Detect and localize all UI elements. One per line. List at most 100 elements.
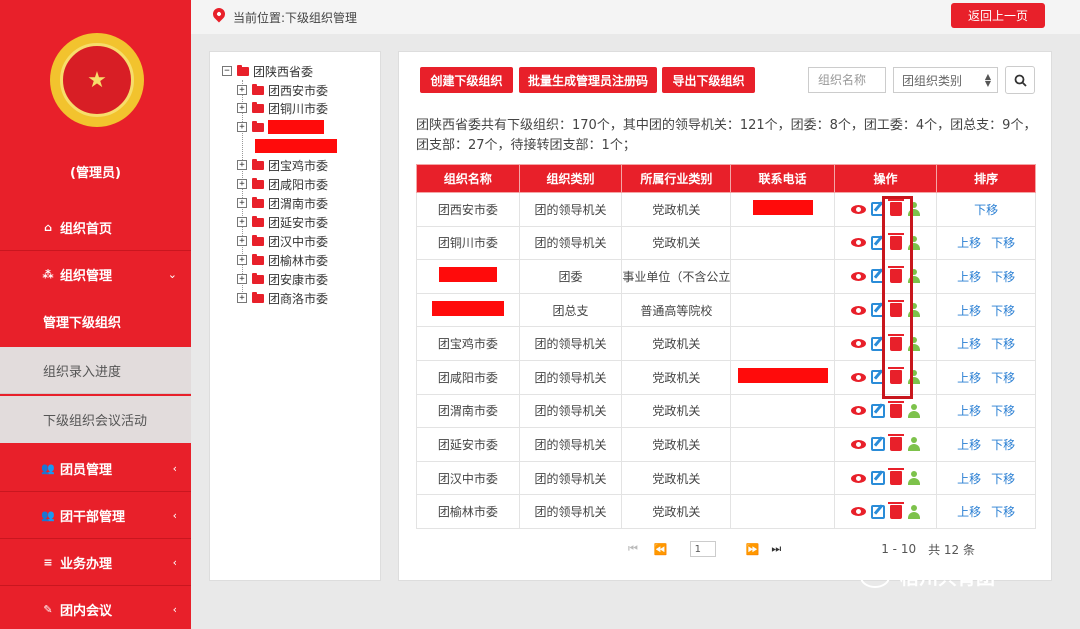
view-eye-icon[interactable] <box>850 305 866 315</box>
view-eye-icon[interactable] <box>850 473 866 483</box>
move-down-link[interactable]: 下移 <box>991 304 1015 318</box>
folder-icon <box>252 177 264 189</box>
view-eye-icon[interactable] <box>850 406 866 416</box>
delete-trash-icon[interactable] <box>887 400 904 418</box>
admin-user-icon[interactable] <box>907 471 921 486</box>
tree-node-root[interactable]: − 团陕西省委 <box>222 62 313 80</box>
delete-trash-icon[interactable] <box>887 501 904 519</box>
expand-icon[interactable]: + <box>237 217 247 227</box>
expand-icon[interactable]: + <box>237 293 247 303</box>
prev-page-icon[interactable]: ⏪ <box>654 543 668 556</box>
tree-node[interactable]: + 团商洛市委 <box>237 289 328 307</box>
tree-node[interactable]: + 团咸阳市委 <box>237 175 328 193</box>
edit-icon[interactable] <box>870 471 885 486</box>
view-eye-icon[interactable] <box>850 204 866 214</box>
nav-item-org-manage[interactable]: ⁂ 组织管理 ⌄ <box>0 251 191 298</box>
page-number-input[interactable]: 1 <box>689 541 716 557</box>
admin-user-icon[interactable] <box>907 437 921 452</box>
tree-node[interactable]: + 团汉中市委 <box>237 232 328 250</box>
move-up-link[interactable]: 上移 <box>957 438 981 452</box>
tree-node[interactable]: + <box>237 118 324 136</box>
tree-node[interactable]: + 团铜川市委 <box>237 99 328 117</box>
move-down-link[interactable]: 下移 <box>974 203 998 217</box>
expand-icon[interactable]: + <box>237 103 247 113</box>
cell-industry: 党政机关 <box>621 326 732 361</box>
expand-icon[interactable]: + <box>237 236 247 246</box>
org-name-search-input[interactable] <box>808 67 886 93</box>
admin-user-icon[interactable] <box>907 504 921 519</box>
total-count: 共 12 条 <box>928 542 975 557</box>
sub-item-manage-lower[interactable]: 管理下级组织 <box>0 298 191 345</box>
admin-user-icon[interactable] <box>907 403 921 418</box>
move-up-link[interactable]: 上移 <box>957 270 981 284</box>
edit-icon[interactable] <box>870 504 885 519</box>
org-tree-panel: − 团陕西省委 + 团西安市委 + 团铜川市委 + + 团宝鸡市委 + 团咸阳市… <box>209 51 381 581</box>
expand-icon[interactable]: + <box>237 255 247 265</box>
expand-icon[interactable]: + <box>237 274 247 284</box>
back-button[interactable]: 返回上一页 <box>951 3 1045 28</box>
create-org-button[interactable]: 创建下级组织 <box>420 67 513 93</box>
move-up-link[interactable]: 上移 <box>957 304 981 318</box>
view-eye-icon[interactable] <box>850 339 866 349</box>
tree-node[interactable]: + 团安康市委 <box>237 270 328 288</box>
move-down-link[interactable]: 下移 <box>991 404 1015 418</box>
move-up-link[interactable]: 上移 <box>957 472 981 486</box>
org-type-select[interactable]: 团组织类别 ▲ ▼ <box>893 67 998 93</box>
cell-industry: 普通高等院校 <box>621 292 732 328</box>
last-page-icon[interactable]: ⏭ <box>771 542 781 556</box>
nav-item-label: 业务办理 <box>60 556 113 572</box>
move-down-link[interactable]: 下移 <box>991 438 1015 452</box>
move-up-link[interactable]: 上移 <box>957 236 981 250</box>
move-down-link[interactable]: 下移 <box>991 270 1015 284</box>
sub-item-meeting-activity[interactable]: 下级组织会议活动 <box>0 396 191 443</box>
move-down-link[interactable]: 下移 <box>991 505 1015 519</box>
move-up-link[interactable]: 上移 <box>957 404 981 418</box>
collapse-icon[interactable]: − <box>222 66 232 76</box>
tree-node[interactable]: + 团宝鸡市委 <box>237 156 328 174</box>
edit-icon[interactable] <box>870 403 885 418</box>
redacted-block <box>431 301 504 317</box>
next-page-icon[interactable]: ⏩ <box>746 543 760 556</box>
tree-node[interactable]: + 团渭南市委 <box>237 194 328 212</box>
view-eye-icon[interactable] <box>850 372 866 382</box>
move-up-link[interactable]: 上移 <box>957 337 981 351</box>
view-eye-icon[interactable] <box>850 271 866 281</box>
expand-icon[interactable]: + <box>237 198 247 208</box>
expand-icon[interactable]: + <box>237 160 247 170</box>
chevron-left-icon: ‹ <box>172 461 177 475</box>
nav-item-home[interactable]: ⌂ 组织首页 <box>0 204 191 251</box>
nav-item-member-manage[interactable]: 👥 团员管理 ‹ <box>0 445 191 492</box>
edit-icon[interactable] <box>870 437 885 452</box>
batch-register-code-button[interactable]: 批量生成管理员注册码 <box>519 67 657 93</box>
delete-trash-icon[interactable] <box>887 434 904 452</box>
tree-node[interactable]: + 团榆林市委 <box>237 251 328 269</box>
expand-icon[interactable]: + <box>237 85 247 95</box>
move-down-link[interactable]: 下移 <box>991 371 1015 385</box>
first-page-icon[interactable]: ⏮ <box>628 542 638 556</box>
nav-item-cadre-manage[interactable]: 👥 团干部管理 ‹ <box>0 492 191 539</box>
sub-item-label: 组织录入进度 <box>43 364 122 380</box>
cell-org-name <box>416 292 520 328</box>
sub-item-entry-progress[interactable]: 组织录入进度 <box>0 347 191 394</box>
nav-item-business[interactable]: ≡ 业务办理 ‹ <box>0 539 191 586</box>
tree-node[interactable]: + 团西安市委 <box>237 81 328 99</box>
expand-icon[interactable]: + <box>237 179 247 189</box>
move-down-link[interactable]: 下移 <box>991 236 1015 250</box>
expand-icon[interactable]: + <box>237 122 247 132</box>
move-up-link[interactable]: 上移 <box>957 371 981 385</box>
nav-item-meetings[interactable]: ✎ 团内会议 ‹ <box>0 586 191 629</box>
view-eye-icon[interactable] <box>850 439 866 449</box>
tree-node[interactable] <box>255 137 337 155</box>
move-down-link[interactable]: 下移 <box>991 337 1015 351</box>
move-up-link[interactable]: 上移 <box>957 505 981 519</box>
search-button[interactable] <box>1005 66 1035 94</box>
tree-node[interactable]: + 团延安市委 <box>237 213 328 231</box>
cell-industry: 党政机关 <box>621 192 732 227</box>
export-org-button[interactable]: 导出下级组织 <box>662 67 755 93</box>
redacted-block <box>752 200 813 216</box>
delete-trash-icon[interactable] <box>887 468 904 486</box>
view-eye-icon[interactable] <box>850 238 866 248</box>
view-eye-icon[interactable] <box>850 507 866 517</box>
move-down-link[interactable]: 下移 <box>991 472 1015 486</box>
org-summary-text: 团陕西省委共有下级组织：170个，其中团的领导机关：121个，团委：8个，团工委… <box>416 118 1037 153</box>
